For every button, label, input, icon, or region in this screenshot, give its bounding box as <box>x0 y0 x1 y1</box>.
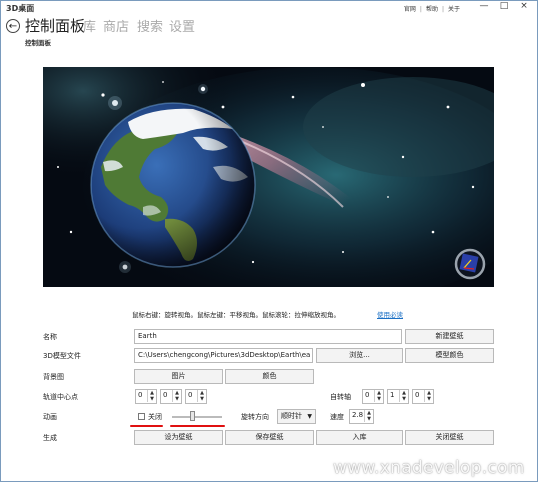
maximize-button[interactable]: □ <box>496 2 512 12</box>
tab-store[interactable]: 商店 <box>103 16 129 35</box>
axis-gizmo-icon[interactable] <box>454 248 486 280</box>
help-link[interactable]: 使用必读 <box>377 309 403 319</box>
name-field[interactable]: Earth <box>134 329 402 344</box>
tab-library[interactable]: 库 <box>83 16 96 35</box>
label-speed: 速度 <box>330 413 344 421</box>
label-generate: 生成 <box>43 434 57 442</box>
label-animation: 动画 <box>43 413 57 421</box>
link-help[interactable]: 帮助 <box>426 6 438 13</box>
label-rotation-axis: 自转轴 <box>330 393 351 401</box>
label-rotation-direction: 旋转方向 <box>241 413 269 421</box>
top-links: 官网 | 帮助 | 关于 <box>403 6 460 13</box>
animation-slider-thumb[interactable] <box>190 411 195 421</box>
rotation-direction-select[interactable]: 顺时针 ▼ <box>277 409 316 424</box>
browse-button[interactable]: 浏览... <box>316 348 403 363</box>
watermark-text: www.xnadevelop.com <box>333 458 525 478</box>
background-color-button[interactable]: 颜色 <box>225 369 314 384</box>
label-model-file: 3D模型文件 <box>43 352 81 360</box>
viewport-hint: 鼠标右键：旋转视角。鼠标左键：平移视角。鼠标滚轮：拉伸缩放视角。 <box>132 311 340 319</box>
add-to-library-button[interactable]: 入库 <box>316 430 403 445</box>
rotation-axis-x-stepper[interactable]: 0 ▲ ▼ <box>362 389 384 404</box>
model-file-path-field[interactable]: C:\Users\chengcong\Pictures\3dDesktop\Ea… <box>134 348 313 363</box>
link-official-site[interactable]: 官网 <box>404 6 416 13</box>
label-orbit-center: 轨道中心点 <box>43 393 78 401</box>
animation-off-label: 关闭 <box>148 413 162 421</box>
label-background: 背景图 <box>43 373 64 381</box>
app-title: 3D桌面 <box>6 4 35 13</box>
page-subtitle: 控制面板 <box>25 39 51 47</box>
background-image-button[interactable]: 图片 <box>134 369 223 384</box>
chevron-down-icon: ▼ <box>307 413 312 420</box>
animation-off-checkbox[interactable] <box>138 413 145 420</box>
orbit-center-z-stepper[interactable]: 0 ▲ ▼ <box>185 389 207 404</box>
close-wallpaper-button[interactable]: 关闭壁纸 <box>405 430 494 445</box>
new-wallpaper-button[interactable]: 新建壁纸 <box>405 329 494 344</box>
3d-viewport[interactable] <box>43 67 494 287</box>
link-about[interactable]: 关于 <box>448 6 460 13</box>
model-color-button[interactable]: 模型颜色 <box>405 348 494 363</box>
space-scene <box>43 67 494 287</box>
annotation-underline-checkbox <box>130 425 163 427</box>
orbit-center-x-stepper[interactable]: 0 ▲ ▼ <box>135 389 157 404</box>
animation-slider-track[interactable] <box>172 416 222 418</box>
speed-stepper[interactable]: 2.8 ▲ ▼ <box>349 409 374 424</box>
save-wallpaper-button[interactable]: 保存壁纸 <box>225 430 314 445</box>
title-bar: 3D桌面 官网 | 帮助 | 关于 — □ × <box>1 1 538 14</box>
rotation-axis-y-stepper[interactable]: 1 ▲ ▼ <box>387 389 409 404</box>
set-wallpaper-button[interactable]: 设为壁纸 <box>134 430 223 445</box>
minimize-button[interactable]: — <box>476 2 492 12</box>
tab-settings[interactable]: 设置 <box>169 16 195 35</box>
label-name: 名称 <box>43 333 57 341</box>
rotation-axis-z-stepper[interactable]: 0 ▲ ▼ <box>412 389 434 404</box>
back-arrow-icon[interactable]: ← <box>6 19 20 33</box>
tab-search[interactable]: 搜索 <box>137 16 163 35</box>
close-button[interactable]: × <box>516 2 532 12</box>
annotation-underline-slider <box>170 425 225 427</box>
nav-current-title: 控制面板 <box>25 17 86 35</box>
orbit-center-y-stepper[interactable]: 0 ▲ ▼ <box>160 389 182 404</box>
